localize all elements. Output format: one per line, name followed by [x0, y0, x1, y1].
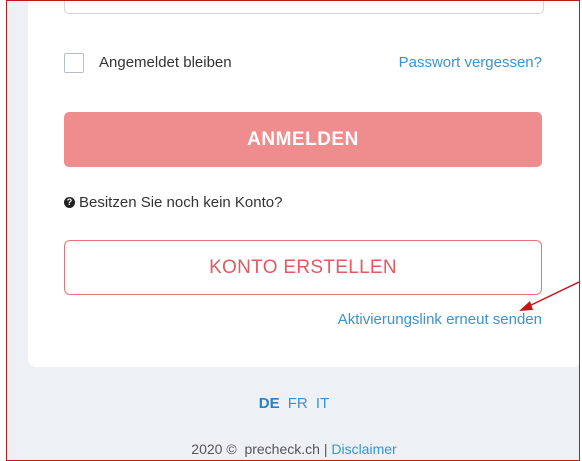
disclaimer-link[interactable]: Disclaimer [331, 441, 396, 457]
page-frame: Angemeldet bleiben Passwort vergessen? A… [6, 0, 580, 461]
footer-copyright: 2020 © [191, 441, 237, 457]
no-account-text: Besitzen Sie noch kein Konto? [79, 194, 283, 211]
forgot-password-link[interactable]: Passwort vergessen? [399, 54, 542, 71]
password-input[interactable] [64, 1, 544, 14]
no-account-prompt: ? Besitzen Sie noch kein Konto? [64, 194, 282, 211]
language-switcher: DE FR IT [7, 395, 579, 412]
resend-activation-link[interactable]: Aktivierungslink erneut senden [338, 311, 542, 328]
footer: 2020 © precheck.ch | Disclaimer [7, 441, 579, 457]
remember-me-checkbox[interactable] [64, 53, 84, 73]
login-button[interactable]: ANMELDEN [64, 112, 542, 167]
language-de[interactable]: DE [259, 395, 280, 412]
footer-separator: | [323, 441, 328, 457]
remember-me-label[interactable]: Angemeldet bleiben [99, 54, 232, 71]
question-circle-icon: ? [64, 197, 75, 208]
login-card: Angemeldet bleiben Passwort vergessen? A… [28, 1, 579, 367]
language-fr[interactable]: FR [288, 395, 308, 412]
language-it[interactable]: IT [316, 395, 329, 412]
footer-site: precheck.ch [244, 441, 320, 457]
create-account-button[interactable]: KONTO ERSTELLEN [64, 240, 542, 295]
